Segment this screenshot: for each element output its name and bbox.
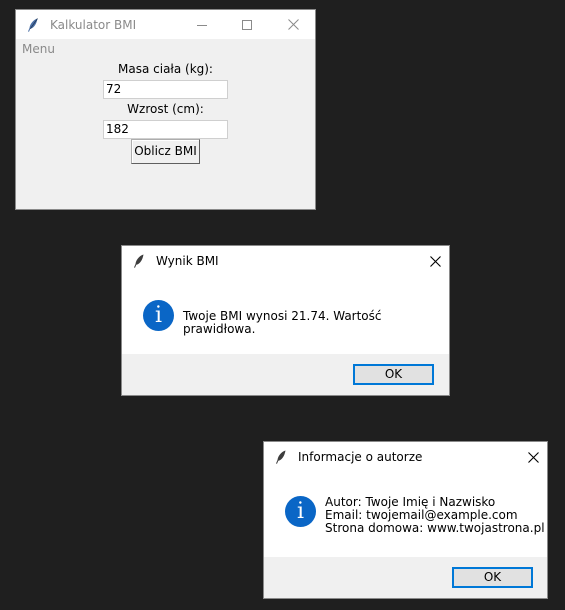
menu-item-menu[interactable]: Menu	[16, 42, 55, 56]
message-area: i Twoje BMI wynosi 21.74. Wartość prawid…	[122, 276, 449, 354]
author-info-dialog: Informacje o autorze i Autor: Twoje Imię…	[263, 441, 548, 599]
mass-label: Masa ciała (kg):	[118, 62, 213, 76]
homepage-line: Strona domowa: www.twojastrona.pl	[325, 521, 545, 535]
close-button[interactable]	[420, 246, 449, 276]
message-area: i Autor: Twoje Imię i Nazwisko Email: tw…	[264, 472, 547, 557]
close-icon	[527, 451, 539, 463]
close-icon	[287, 19, 299, 30]
title-bar[interactable]: Informacje o autorze	[264, 442, 547, 472]
ok-button[interactable]: OK	[353, 364, 434, 385]
feather-icon	[28, 17, 38, 32]
bmi-result-dialog: Wynik BMI i Twoje BMI wynosi 21.74. Wart…	[121, 245, 450, 396]
height-label: Wzrost (cm):	[127, 102, 204, 116]
window-title: Kalkulator BMI	[50, 17, 137, 32]
bmi-calculator-window: Kalkulator BMI Menu Masa ciała (kg): 72 …	[15, 9, 316, 210]
information-icon: i	[285, 496, 316, 527]
author-message: Autor: Twoje Imię i Nazwisko Email: twoj…	[325, 496, 545, 535]
height-input[interactable]: 182	[103, 120, 228, 139]
information-icon: i	[143, 300, 174, 331]
feather-icon	[134, 254, 144, 268]
feather-icon	[276, 450, 286, 464]
bmi-form: Masa ciała (kg): 72 Wzrost (cm): 182 Obl…	[16, 58, 315, 208]
dialog-title: Informacje o autorze	[298, 450, 423, 464]
button-area: OK	[122, 354, 449, 395]
close-button[interactable]	[518, 442, 547, 472]
close-button[interactable]	[270, 10, 315, 39]
result-message: Twoje BMI wynosi 21.74. Wartość prawidło…	[183, 309, 382, 336]
menu-bar: Menu	[16, 39, 315, 58]
title-bar[interactable]: Wynik BMI	[122, 246, 449, 276]
close-icon	[429, 255, 441, 267]
dialog-title: Wynik BMI	[156, 254, 219, 268]
minimize-icon	[197, 24, 207, 26]
button-area: OK	[264, 557, 547, 598]
maximize-button[interactable]	[224, 10, 270, 39]
maximize-icon	[242, 19, 252, 30]
minimize-button[interactable]	[179, 10, 225, 39]
title-bar[interactable]: Kalkulator BMI	[16, 10, 315, 39]
ok-button[interactable]: OK	[452, 567, 533, 588]
mass-input[interactable]: 72	[103, 80, 228, 99]
calculate-bmi-button[interactable]: Oblicz BMI	[131, 139, 200, 164]
